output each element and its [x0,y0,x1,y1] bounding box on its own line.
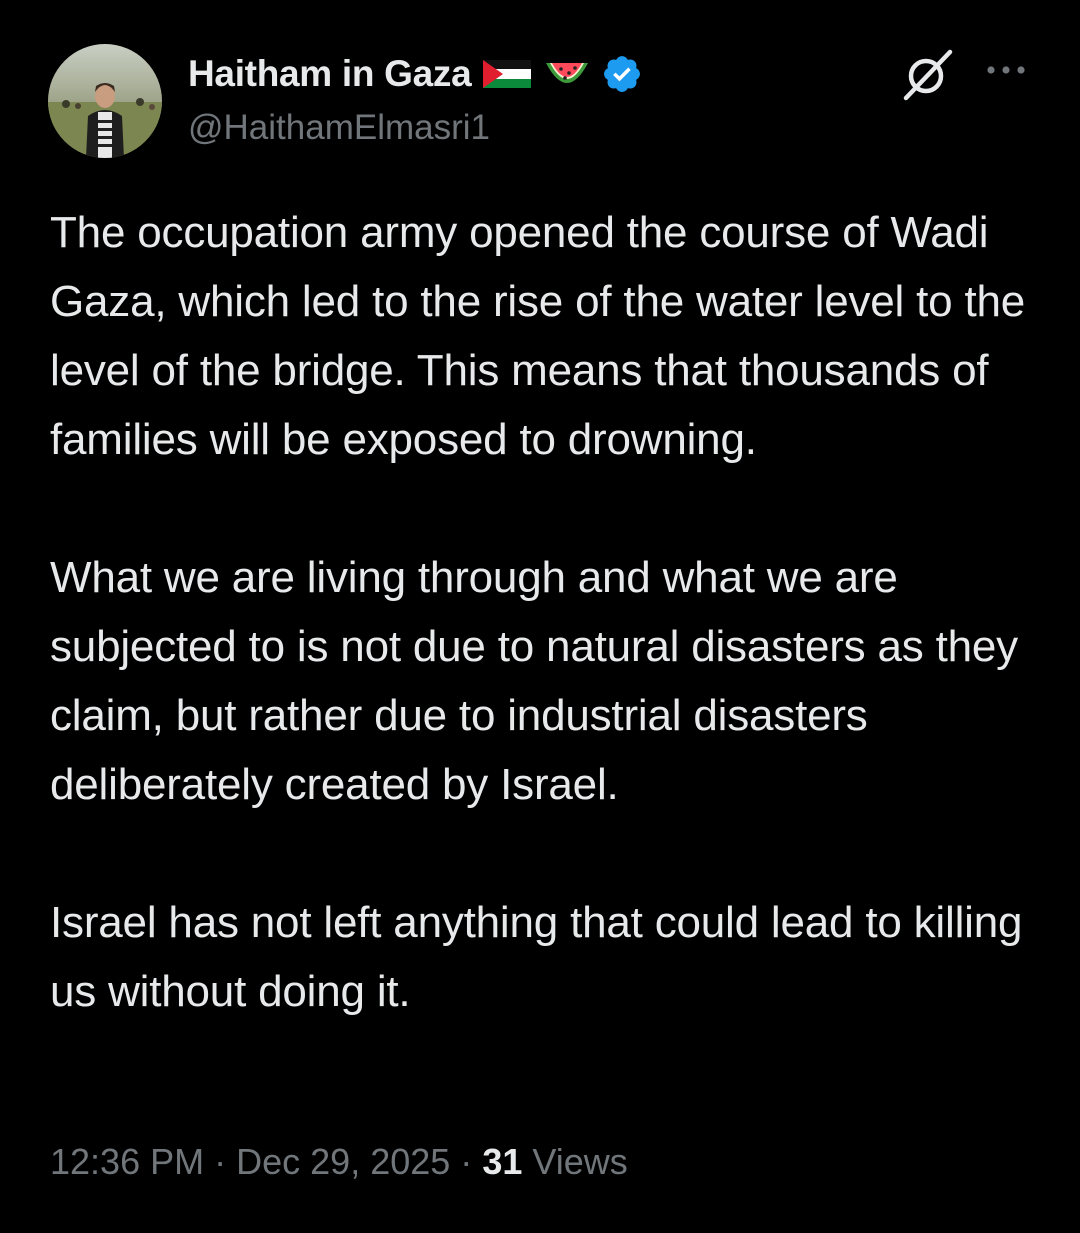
handle[interactable]: @HaithamElmasri1 [188,108,643,148]
watermelon-emoji [543,57,591,91]
views-label[interactable]: Views [532,1141,627,1182]
tweet-metadata: 12:36 PM · Dec 29, 2025 · 31 Views [50,1141,628,1183]
separator: · [214,1141,227,1182]
name-row: Haitham in Gaza [188,50,643,98]
tweet-date[interactable]: Dec 29, 2025 [236,1141,450,1182]
tweet-text: The occupation army opened the course of… [50,198,1050,1026]
tweet-time[interactable]: 12:36 PM [50,1141,204,1182]
tweet-paragraph: The occupation army opened the course of… [50,208,1026,464]
tweet-paragraph: What we are living through and what we a… [50,553,1018,809]
verified-badge-icon[interactable] [601,53,643,95]
palestine-flag-emoji [481,58,533,90]
avatar[interactable] [48,44,162,158]
views-count[interactable]: 31 [482,1141,522,1182]
more-dots-icon[interactable] [984,58,1028,87]
display-name[interactable]: Haitham in Gaza [188,53,472,95]
author-info: Haitham in Gaza @HaithamElmasri1 [188,50,643,148]
tweet-paragraph: Israel has not left anything that could … [50,898,1023,1016]
tweet: Haitham in Gaza @HaithamElmasri1 The occ… [0,0,1080,1233]
separator: · [460,1141,473,1182]
grok-icon[interactable] [900,46,956,107]
tweet-header: Haitham in Gaza @HaithamElmasri1 [48,44,1038,160]
